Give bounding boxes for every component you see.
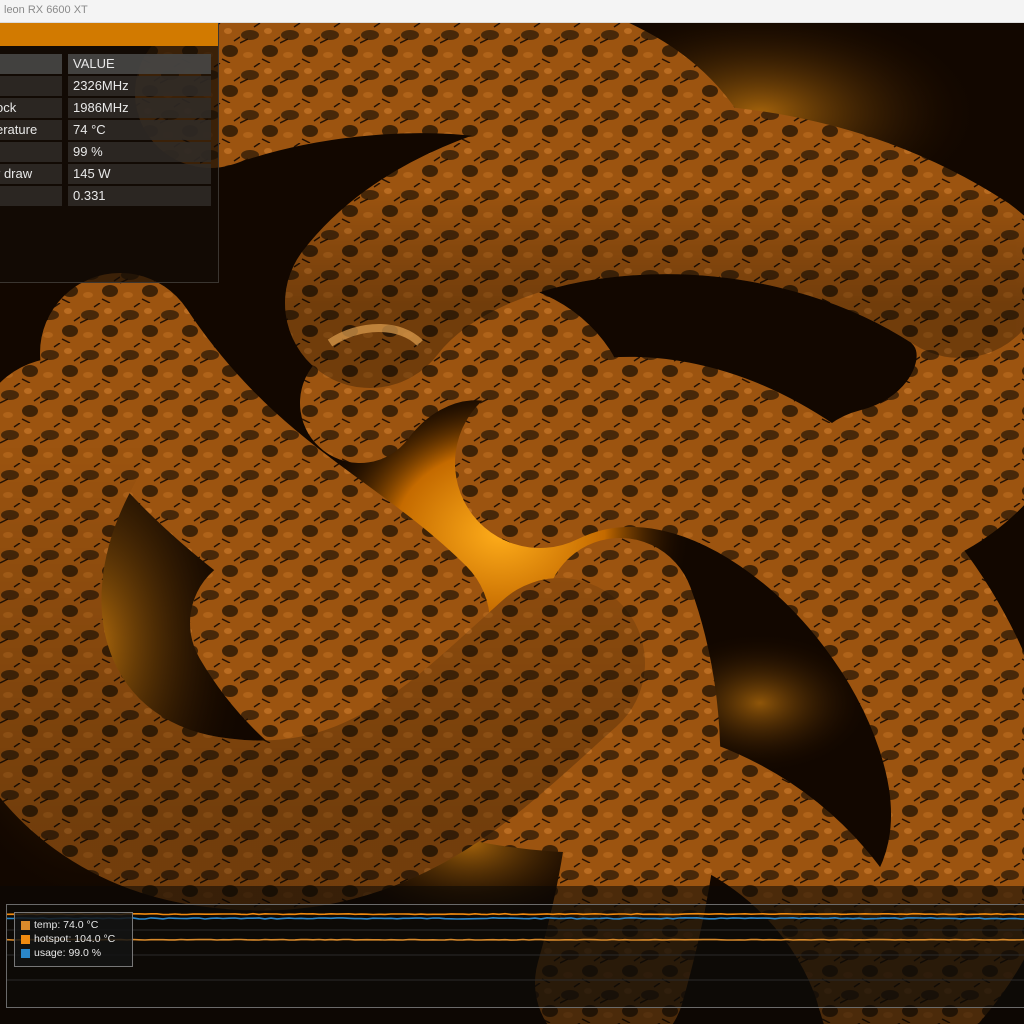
row-value: 99 % — [68, 142, 211, 162]
table-row: 2326MHz — [0, 76, 211, 98]
table-row: erature 74 °C — [0, 120, 211, 142]
usage-series-line — [7, 916, 1024, 920]
row-key: ock — [0, 98, 62, 118]
window-title: leon RX 6600 XT — [4, 4, 88, 16]
legend-label: temp: 74.0 °C — [34, 919, 99, 931]
row-key: erature — [0, 120, 62, 140]
window-titlebar: leon RX 6600 XT — [0, 0, 1024, 23]
hotspot-swatch-icon — [21, 934, 30, 944]
table-row: 99 % — [0, 142, 211, 164]
row-key: r draw — [0, 164, 62, 184]
legend-label: hotspot: 104.0 °C — [34, 933, 116, 945]
legend-item-usage: usage: 99.0 % — [21, 946, 101, 960]
row-key — [0, 76, 62, 96]
row-value: 1986MHz — [68, 98, 211, 118]
table-header-key — [0, 54, 62, 74]
legend-item-temp: temp: 74.0 °C — [21, 918, 98, 932]
gpu-info-panel: VALUE 2326MHz ock 1986MHz erature 74 °C … — [0, 23, 219, 283]
monitor-graph-panel — [0, 886, 1024, 1024]
table-header-row: VALUE — [0, 54, 211, 76]
row-key — [0, 142, 62, 162]
usage-swatch-icon — [21, 948, 30, 958]
gpu-info-table: VALUE 2326MHz ock 1986MHz erature 74 °C … — [0, 54, 211, 208]
table-row: ock 1986MHz — [0, 98, 211, 120]
row-value: 74 °C — [68, 120, 211, 140]
info-panel-header-bar — [0, 23, 218, 46]
row-key — [0, 186, 62, 206]
table-header-value: VALUE — [68, 54, 211, 74]
hotspot-series-line — [7, 912, 1024, 916]
graph-gridlines — [7, 929, 1024, 981]
table-row: 0.331 — [0, 186, 211, 208]
graph-legend: temp: 74.0 °C hotspot: 104.0 °C usage: 9… — [14, 912, 133, 967]
table-row: r draw 145 W — [0, 164, 211, 186]
monitor-graph — [6, 904, 1024, 1008]
legend-label: usage: 99.0 % — [34, 947, 102, 959]
temp-series-line — [7, 938, 1024, 941]
legend-item-hotspot: hotspot: 104.0 °C — [21, 932, 115, 946]
row-value: 145 W — [68, 164, 211, 184]
row-value: 0.331 — [68, 186, 211, 206]
row-value: 2326MHz — [68, 76, 211, 96]
temp-swatch-icon — [21, 920, 30, 930]
